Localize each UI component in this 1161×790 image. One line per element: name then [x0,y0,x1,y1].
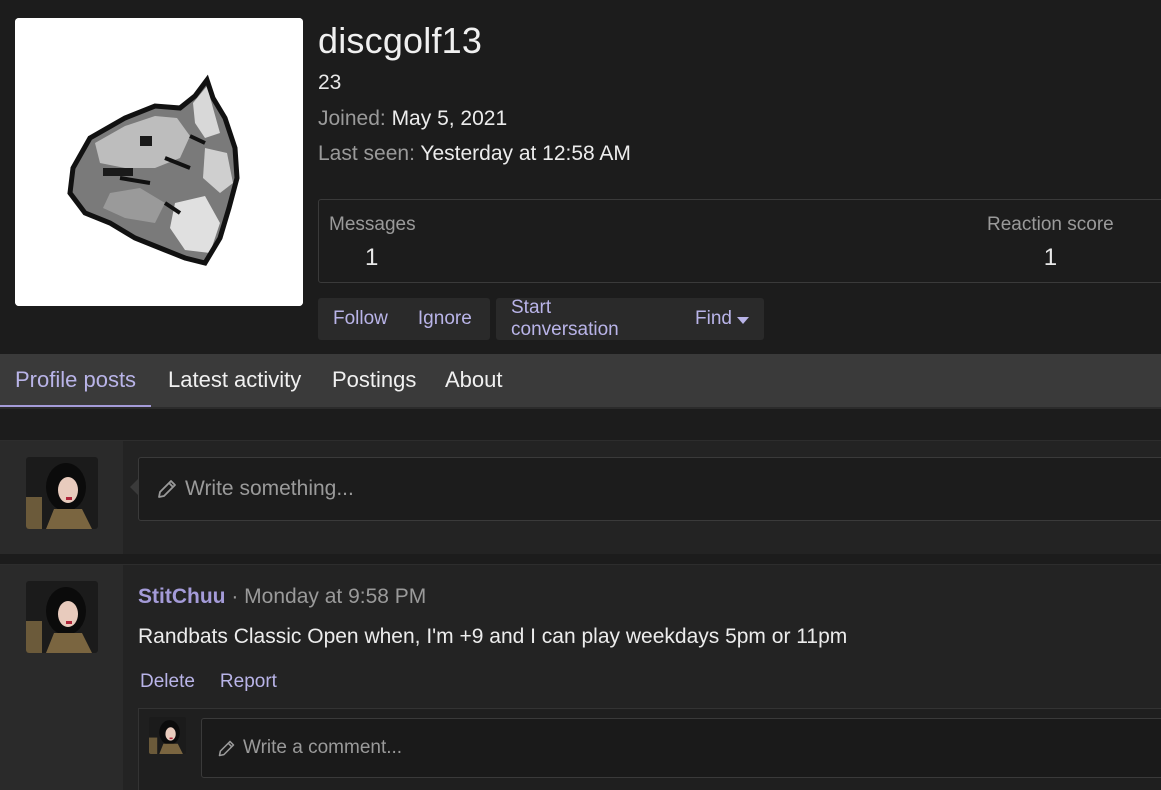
write-comment-placeholder: Write a comment... [243,737,403,758]
follow-button[interactable]: Follow [318,298,403,340]
reaction-score-value: 1 [1043,244,1058,271]
pixel-pokemon-avatar-icon [15,18,303,306]
write-something-input[interactable]: Write something... [130,457,1161,521]
tab-about[interactable]: About [445,354,503,407]
profile-username: discgolf13 [318,20,483,61]
pencil-icon [158,480,176,498]
last-seen-value: Yesterday at 12:58 AM [420,142,631,165]
find-button[interactable]: Find [679,298,764,340]
last-seen-label: Last seen: [318,142,415,165]
profile-avatar[interactable] [15,18,303,306]
chevron-down-icon [737,316,749,324]
profile-header: discgolf13 23 Joined: May 5, 2021 Last s… [0,0,1161,354]
post-header: StitChuu · Monday at 9:58 PM [138,585,426,609]
last-seen-line: Last seen: Yesterday at 12:58 AM [318,142,631,166]
avatar[interactable] [149,717,186,754]
user-photo-icon [149,717,186,754]
reaction-score-stat[interactable]: Reaction score 1 [987,214,1114,272]
messages-label: Messages [329,214,416,235]
avatar[interactable] [26,457,98,529]
post-separator: · [231,585,239,608]
pencil-icon [218,740,235,756]
joined-value: May 5, 2021 [391,107,508,130]
find-label: Find [695,308,732,329]
post-actions: Delete Report [140,671,277,693]
post-timestamp[interactable]: Monday at 9:58 PM [244,585,426,608]
reaction-score-label: Reaction score [987,214,1114,235]
comment-area: Write a comment... [138,708,1161,790]
report-link[interactable]: Report [220,671,277,693]
write-comment-input[interactable]: Write a comment... [201,718,1161,778]
start-conversation-button[interactable]: Start conversation [496,297,679,340]
post-body: Randbats Classic Open when, I'm +9 and I… [138,625,848,648]
conversation-find-group: Start conversation Find [496,297,764,340]
messages-value: 1 [365,244,379,271]
tab-postings[interactable]: Postings [332,354,416,407]
messages-stat[interactable]: Messages 1 [329,214,416,272]
user-photo-icon [26,581,98,653]
write-something-placeholder: Write something... [185,477,354,500]
user-photo-icon [26,457,98,529]
joined-line: Joined: May 5, 2021 [318,107,507,131]
avatar[interactable] [26,581,98,653]
tab-latest-activity[interactable]: Latest activity [168,354,301,407]
profile-post: StitChuu · Monday at 9:58 PM Randbats Cl… [0,564,1161,790]
tab-profile-posts[interactable]: Profile posts [0,354,152,407]
composer-block: Write something... [0,440,1161,554]
follow-ignore-group: Follow Ignore [318,298,490,340]
stats-box: Messages 1 Reaction score 1 [318,199,1161,283]
delete-link[interactable]: Delete [140,671,195,693]
profile-user-title: 23 [318,71,342,94]
profile-tabs: Profile posts Latest activity Postings A… [0,354,1161,409]
ignore-button[interactable]: Ignore [403,298,487,340]
post-author-link[interactable]: StitChuu [138,585,225,608]
joined-label: Joined: [318,107,386,130]
